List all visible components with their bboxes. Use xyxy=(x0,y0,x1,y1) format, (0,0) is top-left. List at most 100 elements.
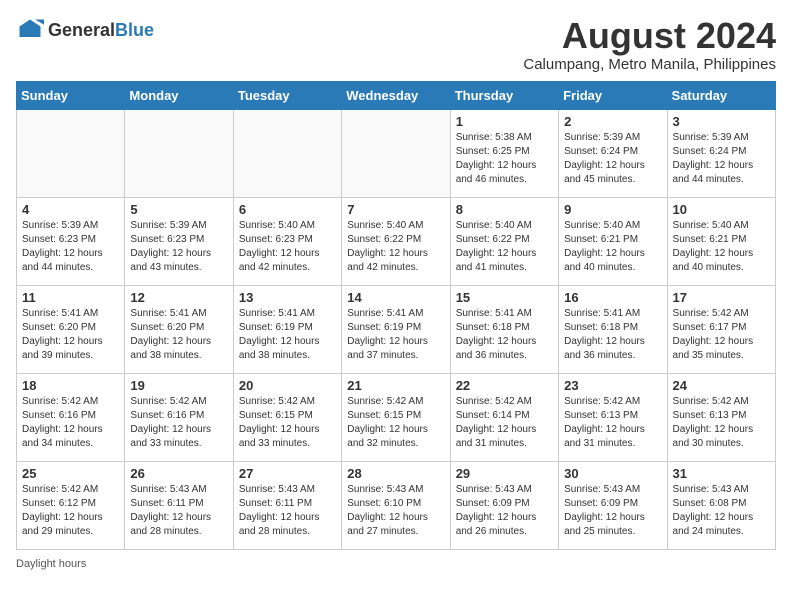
logo-icon xyxy=(16,16,44,44)
daylight-hours-label: Daylight hours xyxy=(16,558,86,570)
day-info: Sunrise: 5:43 AM Sunset: 6:08 PM Dayligh… xyxy=(673,483,770,539)
calendar-cell xyxy=(125,109,233,197)
calendar-cell xyxy=(233,109,341,197)
day-info: Sunrise: 5:39 AM Sunset: 6:24 PM Dayligh… xyxy=(564,131,661,187)
day-number: 14 xyxy=(347,290,444,305)
day-number: 20 xyxy=(239,378,336,393)
calendar-cell: 11 Sunrise: 5:41 AM Sunset: 6:20 PM Dayli… xyxy=(17,285,125,373)
calendar-cell: 30Sunrise: 5:43 AM Sunset: 6:09 PM Dayli… xyxy=(559,461,667,549)
calendar-cell: 12Sunrise: 5:41 AM Sunset: 6:20 PM Dayli… xyxy=(125,285,233,373)
day-info: Sunrise: 5:41 AM Sunset: 6:18 PM Dayligh… xyxy=(456,307,553,363)
day-info: Sunrise: 5:40 AM Sunset: 6:21 PM Dayligh… xyxy=(564,219,661,275)
day-number: 19 xyxy=(130,378,227,393)
calendar-cell: 8Sunrise: 5:40 AM Sunset: 6:22 PM Daylig… xyxy=(450,197,558,285)
day-info: Sunrise: 5:41 AM Sunset: 6:20 PM Dayligh… xyxy=(22,307,119,363)
logo-general-text: General xyxy=(48,20,115,40)
calendar-cell: 7Sunrise: 5:40 AM Sunset: 6:22 PM Daylig… xyxy=(342,197,450,285)
calendar-cell: 31 Sunrise: 5:43 AM Sunset: 6:08 PM Dayli… xyxy=(667,461,775,549)
day-number: 13 xyxy=(239,290,336,305)
calendar-cell xyxy=(342,109,450,197)
day-info: Sunrise: 5:41 AM Sunset: 6:19 PM Dayligh… xyxy=(347,307,444,363)
calendar-cell: 15 Sunrise: 5:41 AM Sunset: 6:18 PM Dayli… xyxy=(450,285,558,373)
calendar-cell: 3 Sunrise: 5:39 AM Sunset: 6:24 PM Daylig… xyxy=(667,109,775,197)
day-info: Sunrise: 5:42 AM Sunset: 6:13 PM Dayligh… xyxy=(564,395,661,451)
day-number: 1 xyxy=(456,114,553,129)
calendar-cell: 18Sunrise: 5:42 AM Sunset: 6:16 PM Dayli… xyxy=(17,373,125,461)
calendar-cell: 14 Sunrise: 5:41 AM Sunset: 6:19 PM Dayli… xyxy=(342,285,450,373)
day-info: Sunrise: 5:43 AM Sunset: 6:11 PM Dayligh… xyxy=(239,483,336,539)
calendar-cell: 5 Sunrise: 5:39 AM Sunset: 6:23 PM Daylig… xyxy=(125,197,233,285)
day-info: Sunrise: 5:40 AM Sunset: 6:22 PM Dayligh… xyxy=(347,219,444,275)
day-number: 3 xyxy=(673,114,770,129)
calendar-cell: 26 Sunrise: 5:43 AM Sunset: 6:11 PM Dayli… xyxy=(125,461,233,549)
day-number: 11 xyxy=(22,290,119,305)
day-info: Sunrise: 5:41 AM Sunset: 6:18 PM Dayligh… xyxy=(564,307,661,363)
day-number: 28 xyxy=(347,466,444,481)
day-info: Sunrise: 5:41 AM Sunset: 6:19 PM Dayligh… xyxy=(239,307,336,363)
calendar-cell: 9 Sunrise: 5:40 AM Sunset: 6:21 PM Daylig… xyxy=(559,197,667,285)
day-info: Sunrise: 5:43 AM Sunset: 6:10 PM Dayligh… xyxy=(347,483,444,539)
calendar-day-header: Wednesday xyxy=(342,81,450,109)
day-number: 22 xyxy=(456,378,553,393)
day-info: Sunrise: 5:42 AM Sunset: 6:12 PM Dayligh… xyxy=(22,483,119,539)
calendar-cell: 23 Sunrise: 5:42 AM Sunset: 6:13 PM Dayli… xyxy=(559,373,667,461)
day-number: 5 xyxy=(130,202,227,217)
day-info: Sunrise: 5:39 AM Sunset: 6:24 PM Dayligh… xyxy=(673,131,770,187)
calendar-day-header: Saturday xyxy=(667,81,775,109)
day-info: Sunrise: 5:39 AM Sunset: 6:23 PM Dayligh… xyxy=(22,219,119,275)
calendar-cell: 24 Sunrise: 5:42 AM Sunset: 6:13 PM Dayli… xyxy=(667,373,775,461)
calendar-week-row: 11 Sunrise: 5:41 AM Sunset: 6:20 PM Dayli… xyxy=(17,285,776,373)
calendar-cell: 16 Sunrise: 5:41 AM Sunset: 6:18 PM Dayli… xyxy=(559,285,667,373)
day-number: 4 xyxy=(22,202,119,217)
day-number: 15 xyxy=(456,290,553,305)
day-number: 31 xyxy=(673,466,770,481)
day-info: Sunrise: 5:41 AM Sunset: 6:20 PM Dayligh… xyxy=(130,307,227,363)
calendar-cell: 4 Sunrise: 5:39 AM Sunset: 6:23 PM Daylig… xyxy=(17,197,125,285)
day-number: 26 xyxy=(130,466,227,481)
day-number: 17 xyxy=(673,290,770,305)
day-number: 18 xyxy=(22,378,119,393)
day-info: Sunrise: 5:40 AM Sunset: 6:21 PM Dayligh… xyxy=(673,219,770,275)
day-info: Sunrise: 5:42 AM Sunset: 6:15 PM Dayligh… xyxy=(347,395,444,451)
calendar-cell: 22Sunrise: 5:42 AM Sunset: 6:14 PM Dayli… xyxy=(450,373,558,461)
day-info: Sunrise: 5:43 AM Sunset: 6:09 PM Dayligh… xyxy=(456,483,553,539)
day-info: Sunrise: 5:42 AM Sunset: 6:13 PM Dayligh… xyxy=(673,395,770,451)
calendar-day-header: Monday xyxy=(125,81,233,109)
title-block: August 2024 Calumpang, Metro Manila, Phi… xyxy=(523,16,776,73)
calendar-cell: 27Sunrise: 5:43 AM Sunset: 6:11 PM Dayli… xyxy=(233,461,341,549)
calendar-day-header: Sunday xyxy=(17,81,125,109)
day-number: 16 xyxy=(564,290,661,305)
logo-blue-text: Blue xyxy=(115,20,154,40)
day-info: Sunrise: 5:39 AM Sunset: 6:23 PM Dayligh… xyxy=(130,219,227,275)
calendar-cell: 19Sunrise: 5:42 AM Sunset: 6:16 PM Dayli… xyxy=(125,373,233,461)
calendar-cell: 21 Sunrise: 5:42 AM Sunset: 6:15 PM Dayli… xyxy=(342,373,450,461)
logo: GeneralBlue xyxy=(16,16,154,44)
calendar-cell: 25 Sunrise: 5:42 AM Sunset: 6:12 PM Dayli… xyxy=(17,461,125,549)
calendar-cell xyxy=(17,109,125,197)
page-header: GeneralBlue August 2024 Calumpang, Metro… xyxy=(16,16,776,73)
calendar-cell: 17 Sunrise: 5:42 AM Sunset: 6:17 PM Dayli… xyxy=(667,285,775,373)
calendar-week-row: 18Sunrise: 5:42 AM Sunset: 6:16 PM Dayli… xyxy=(17,373,776,461)
day-info: Sunrise: 5:38 AM Sunset: 6:25 PM Dayligh… xyxy=(456,131,553,187)
day-number: 24 xyxy=(673,378,770,393)
calendar-table: SundayMondayTuesdayWednesdayThursdayFrid… xyxy=(16,81,776,550)
day-number: 10 xyxy=(673,202,770,217)
calendar-cell: 6 Sunrise: 5:40 AM Sunset: 6:23 PM Daylig… xyxy=(233,197,341,285)
calendar-day-header: Tuesday xyxy=(233,81,341,109)
day-number: 25 xyxy=(22,466,119,481)
calendar-header-row: SundayMondayTuesdayWednesdayThursdayFrid… xyxy=(17,81,776,109)
calendar-cell: 28 Sunrise: 5:43 AM Sunset: 6:10 PM Dayli… xyxy=(342,461,450,549)
day-info: Sunrise: 5:42 AM Sunset: 6:17 PM Dayligh… xyxy=(673,307,770,363)
calendar-cell: 13 Sunrise: 5:41 AM Sunset: 6:19 PM Dayli… xyxy=(233,285,341,373)
calendar-cell: 10 Sunrise: 5:40 AM Sunset: 6:21 PM Dayli… xyxy=(667,197,775,285)
day-number: 6 xyxy=(239,202,336,217)
day-number: 23 xyxy=(564,378,661,393)
day-info: Sunrise: 5:40 AM Sunset: 6:23 PM Dayligh… xyxy=(239,219,336,275)
day-number: 8 xyxy=(456,202,553,217)
calendar-cell: 20Sunrise: 5:42 AM Sunset: 6:15 PM Dayli… xyxy=(233,373,341,461)
day-number: 9 xyxy=(564,202,661,217)
day-info: Sunrise: 5:43 AM Sunset: 6:11 PM Dayligh… xyxy=(130,483,227,539)
day-info: Sunrise: 5:43 AM Sunset: 6:09 PM Dayligh… xyxy=(564,483,661,539)
day-number: 21 xyxy=(347,378,444,393)
calendar-week-row: 4 Sunrise: 5:39 AM Sunset: 6:23 PM Daylig… xyxy=(17,197,776,285)
